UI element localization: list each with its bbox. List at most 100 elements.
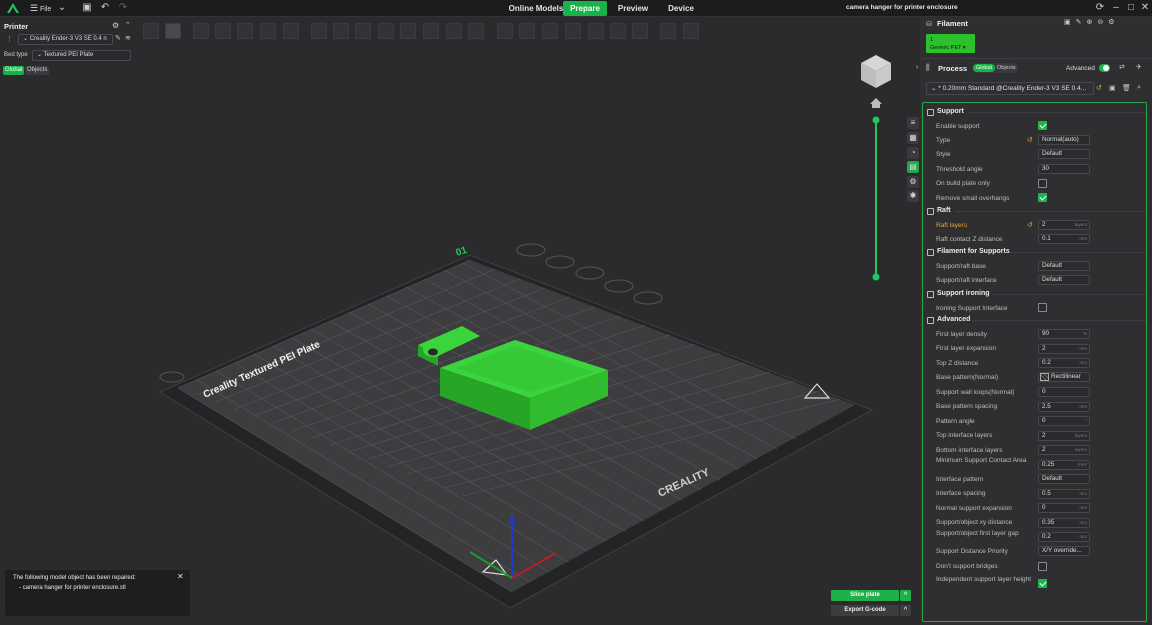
- cut-icon[interactable]: [400, 23, 416, 39]
- tab-objects[interactable]: Objects: [997, 63, 1016, 73]
- reset-icon[interactable]: ↺: [1027, 221, 1033, 229]
- reset-preset-icon[interactable]: ↺: [1096, 84, 1102, 92]
- arrange-plate-icon[interactable]: [545, 255, 575, 269]
- auto-orient-icon[interactable]: [215, 23, 231, 39]
- support-wall-loops-input[interactable]: 0: [1038, 387, 1090, 397]
- layers-icon[interactable]: [283, 23, 299, 39]
- object-list-icon[interactable]: ≡: [907, 117, 919, 129]
- wifi-icon[interactable]: ≋: [125, 34, 131, 42]
- move-icon[interactable]: [311, 23, 327, 39]
- add-filament-icon[interactable]: ⊕: [1087, 19, 1098, 26]
- tab-device[interactable]: Device: [660, 1, 702, 16]
- edit-printer-icon[interactable]: ✎: [115, 34, 121, 42]
- threshold-angle-input[interactable]: 30: [1038, 164, 1090, 174]
- support-distance-priority-select[interactable]: X/Y override...: [1038, 546, 1090, 556]
- min-support-contact-area-input[interactable]: 0.25 mm²: [1038, 460, 1090, 470]
- boolean-icon[interactable]: [423, 23, 439, 39]
- lay-on-face-icon[interactable]: [378, 23, 394, 39]
- search-icon[interactable]: ⌕: [1137, 84, 1141, 92]
- export-gcode-button[interactable]: Export G-code: [831, 605, 899, 616]
- add-plate-icon[interactable]: [516, 243, 546, 257]
- slice-plate-button[interactable]: Slice plate: [831, 590, 899, 601]
- pattern-angle-input[interactable]: 0 °: [1038, 416, 1090, 426]
- orient-plate-icon[interactable]: [575, 266, 605, 280]
- filament-settings-icon[interactable]: ⚙: [1108, 19, 1119, 26]
- 3d-viewport[interactable]: Creality Textured PEI Plate CREALITY 01: [0, 17, 920, 625]
- tab-objects[interactable]: Objects: [25, 66, 50, 75]
- advanced-toggle[interactable]: [1099, 64, 1110, 72]
- filament-sync-icon[interactable]: ▣: [1064, 19, 1076, 26]
- maximize-icon[interactable]: □: [1125, 2, 1137, 14]
- interface-pattern-select[interactable]: Default: [1038, 474, 1090, 484]
- support-raft-base-select[interactable]: Default: [1038, 261, 1090, 271]
- first-layer-expansion-input[interactable]: 2 mm: [1038, 344, 1090, 354]
- split-icon[interactable]: [260, 23, 276, 39]
- on-build-plate-checkbox[interactable]: [1038, 179, 1047, 188]
- grid-view-icon[interactable]: ▦: [907, 132, 919, 144]
- bed-type-select[interactable]: ⌄ Textured PEI Plate: [32, 50, 131, 61]
- chevron-down-icon[interactable]: ⌄: [56, 2, 68, 14]
- pin-icon[interactable]: ✈: [1136, 63, 1142, 71]
- base-pattern-select[interactable]: Rectilinear: [1038, 372, 1090, 382]
- measure-icon[interactable]: [519, 23, 535, 39]
- tab-prepare[interactable]: Prepare: [563, 1, 607, 16]
- seam-paint-icon[interactable]: [468, 23, 484, 39]
- minimize-icon[interactable]: –: [1110, 2, 1122, 14]
- settings-view-icon[interactable]: ⚙: [907, 176, 919, 188]
- build-plate[interactable]: [178, 260, 855, 592]
- undo-icon[interactable]: ↶: [99, 2, 111, 14]
- printer-settings-icon[interactable]: ⚙: [112, 21, 119, 30]
- tab-global[interactable]: Global: [3, 66, 25, 75]
- fuzzy-skin-icon[interactable]: [588, 23, 604, 39]
- normal-support-expansion-input[interactable]: 0 mm: [1038, 503, 1090, 513]
- support-view-icon[interactable]: ▤: [907, 161, 919, 173]
- plate-settings-icon[interactable]: [633, 291, 663, 305]
- compare-icon[interactable]: ⇄: [1119, 63, 1125, 71]
- bottom-interface-layers-input[interactable]: 2 layers: [1038, 445, 1090, 455]
- save-preset-icon[interactable]: ▣: [1109, 84, 1116, 92]
- explode-view-icon[interactable]: [683, 23, 699, 39]
- tab-online-models[interactable]: Online Models: [506, 1, 566, 16]
- type-select[interactable]: Normal(auto): [1038, 135, 1090, 145]
- dont-support-bridges-checkbox[interactable]: [1038, 562, 1047, 571]
- sync-icon[interactable]: ⟳: [1094, 2, 1106, 14]
- base-pattern-spacing-input[interactable]: 2.5 mm: [1038, 402, 1090, 412]
- printer-select[interactable]: ⌄ Creality Ender-3 V3 SE 0.4 n: [18, 34, 113, 45]
- filament-edit-icon[interactable]: ✎: [1076, 19, 1087, 26]
- export-menu-button[interactable]: ^: [900, 605, 911, 616]
- auto-arrange-icon[interactable]: [237, 23, 253, 39]
- tab-preview[interactable]: Preview: [612, 1, 654, 16]
- process-scope-switch[interactable]: Global Objects: [972, 63, 1018, 73]
- text-tool-icon[interactable]: [632, 23, 648, 39]
- add-plate-icon[interactable]: [165, 23, 181, 39]
- top-z-distance-input[interactable]: 0.2 mm: [1038, 358, 1090, 368]
- preset-select[interactable]: ⌄ * 0.20mm Standard @Creality Ender-3 V3…: [926, 82, 1094, 95]
- filament-slot[interactable]: 1 Generic PET ▾: [926, 34, 975, 53]
- redo-icon[interactable]: ↷: [117, 2, 129, 14]
- panel-toggle-icon[interactable]: ›: [916, 64, 918, 71]
- remove-small-overhangs-checkbox[interactable]: [1038, 193, 1047, 202]
- support-object-xy-input[interactable]: 0.35 mm: [1038, 518, 1090, 528]
- orient-icon[interactable]: [193, 23, 209, 39]
- support-paint-icon[interactable]: [446, 23, 462, 39]
- support-raft-interface-select[interactable]: Default: [1038, 275, 1090, 285]
- ironing-support-interface-checkbox[interactable]: [1038, 303, 1047, 312]
- edit-plate-name-icon[interactable]: [159, 371, 185, 383]
- reset-icon[interactable]: ↺: [1027, 136, 1033, 144]
- layer-slider-top-handle[interactable]: [872, 116, 880, 124]
- raft-contact-z-input[interactable]: 0.1 mm: [1038, 234, 1090, 244]
- save-icon[interactable]: ▣: [81, 2, 93, 14]
- support-object-first-layer-gap-input[interactable]: 0.2 mm: [1038, 532, 1090, 542]
- remove-filament-icon[interactable]: ⊖: [1097, 19, 1108, 26]
- layer-slider-bottom-handle[interactable]: [872, 273, 880, 281]
- file-menu[interactable]: ☰ File: [30, 3, 51, 14]
- interface-spacing-input[interactable]: 0.5 mm: [1038, 489, 1090, 499]
- collapse-icon[interactable]: ⌃: [125, 21, 131, 29]
- top-interface-layers-input[interactable]: 2 layers: [1038, 431, 1090, 441]
- close-icon[interactable]: ✕: [1139, 2, 1151, 14]
- assembly-view-icon[interactable]: [660, 23, 676, 39]
- variable-layer-icon[interactable]: [542, 23, 558, 39]
- rotate-icon[interactable]: [333, 23, 349, 39]
- first-layer-density-input[interactable]: 90%: [1038, 329, 1090, 339]
- scale-icon[interactable]: [355, 23, 371, 39]
